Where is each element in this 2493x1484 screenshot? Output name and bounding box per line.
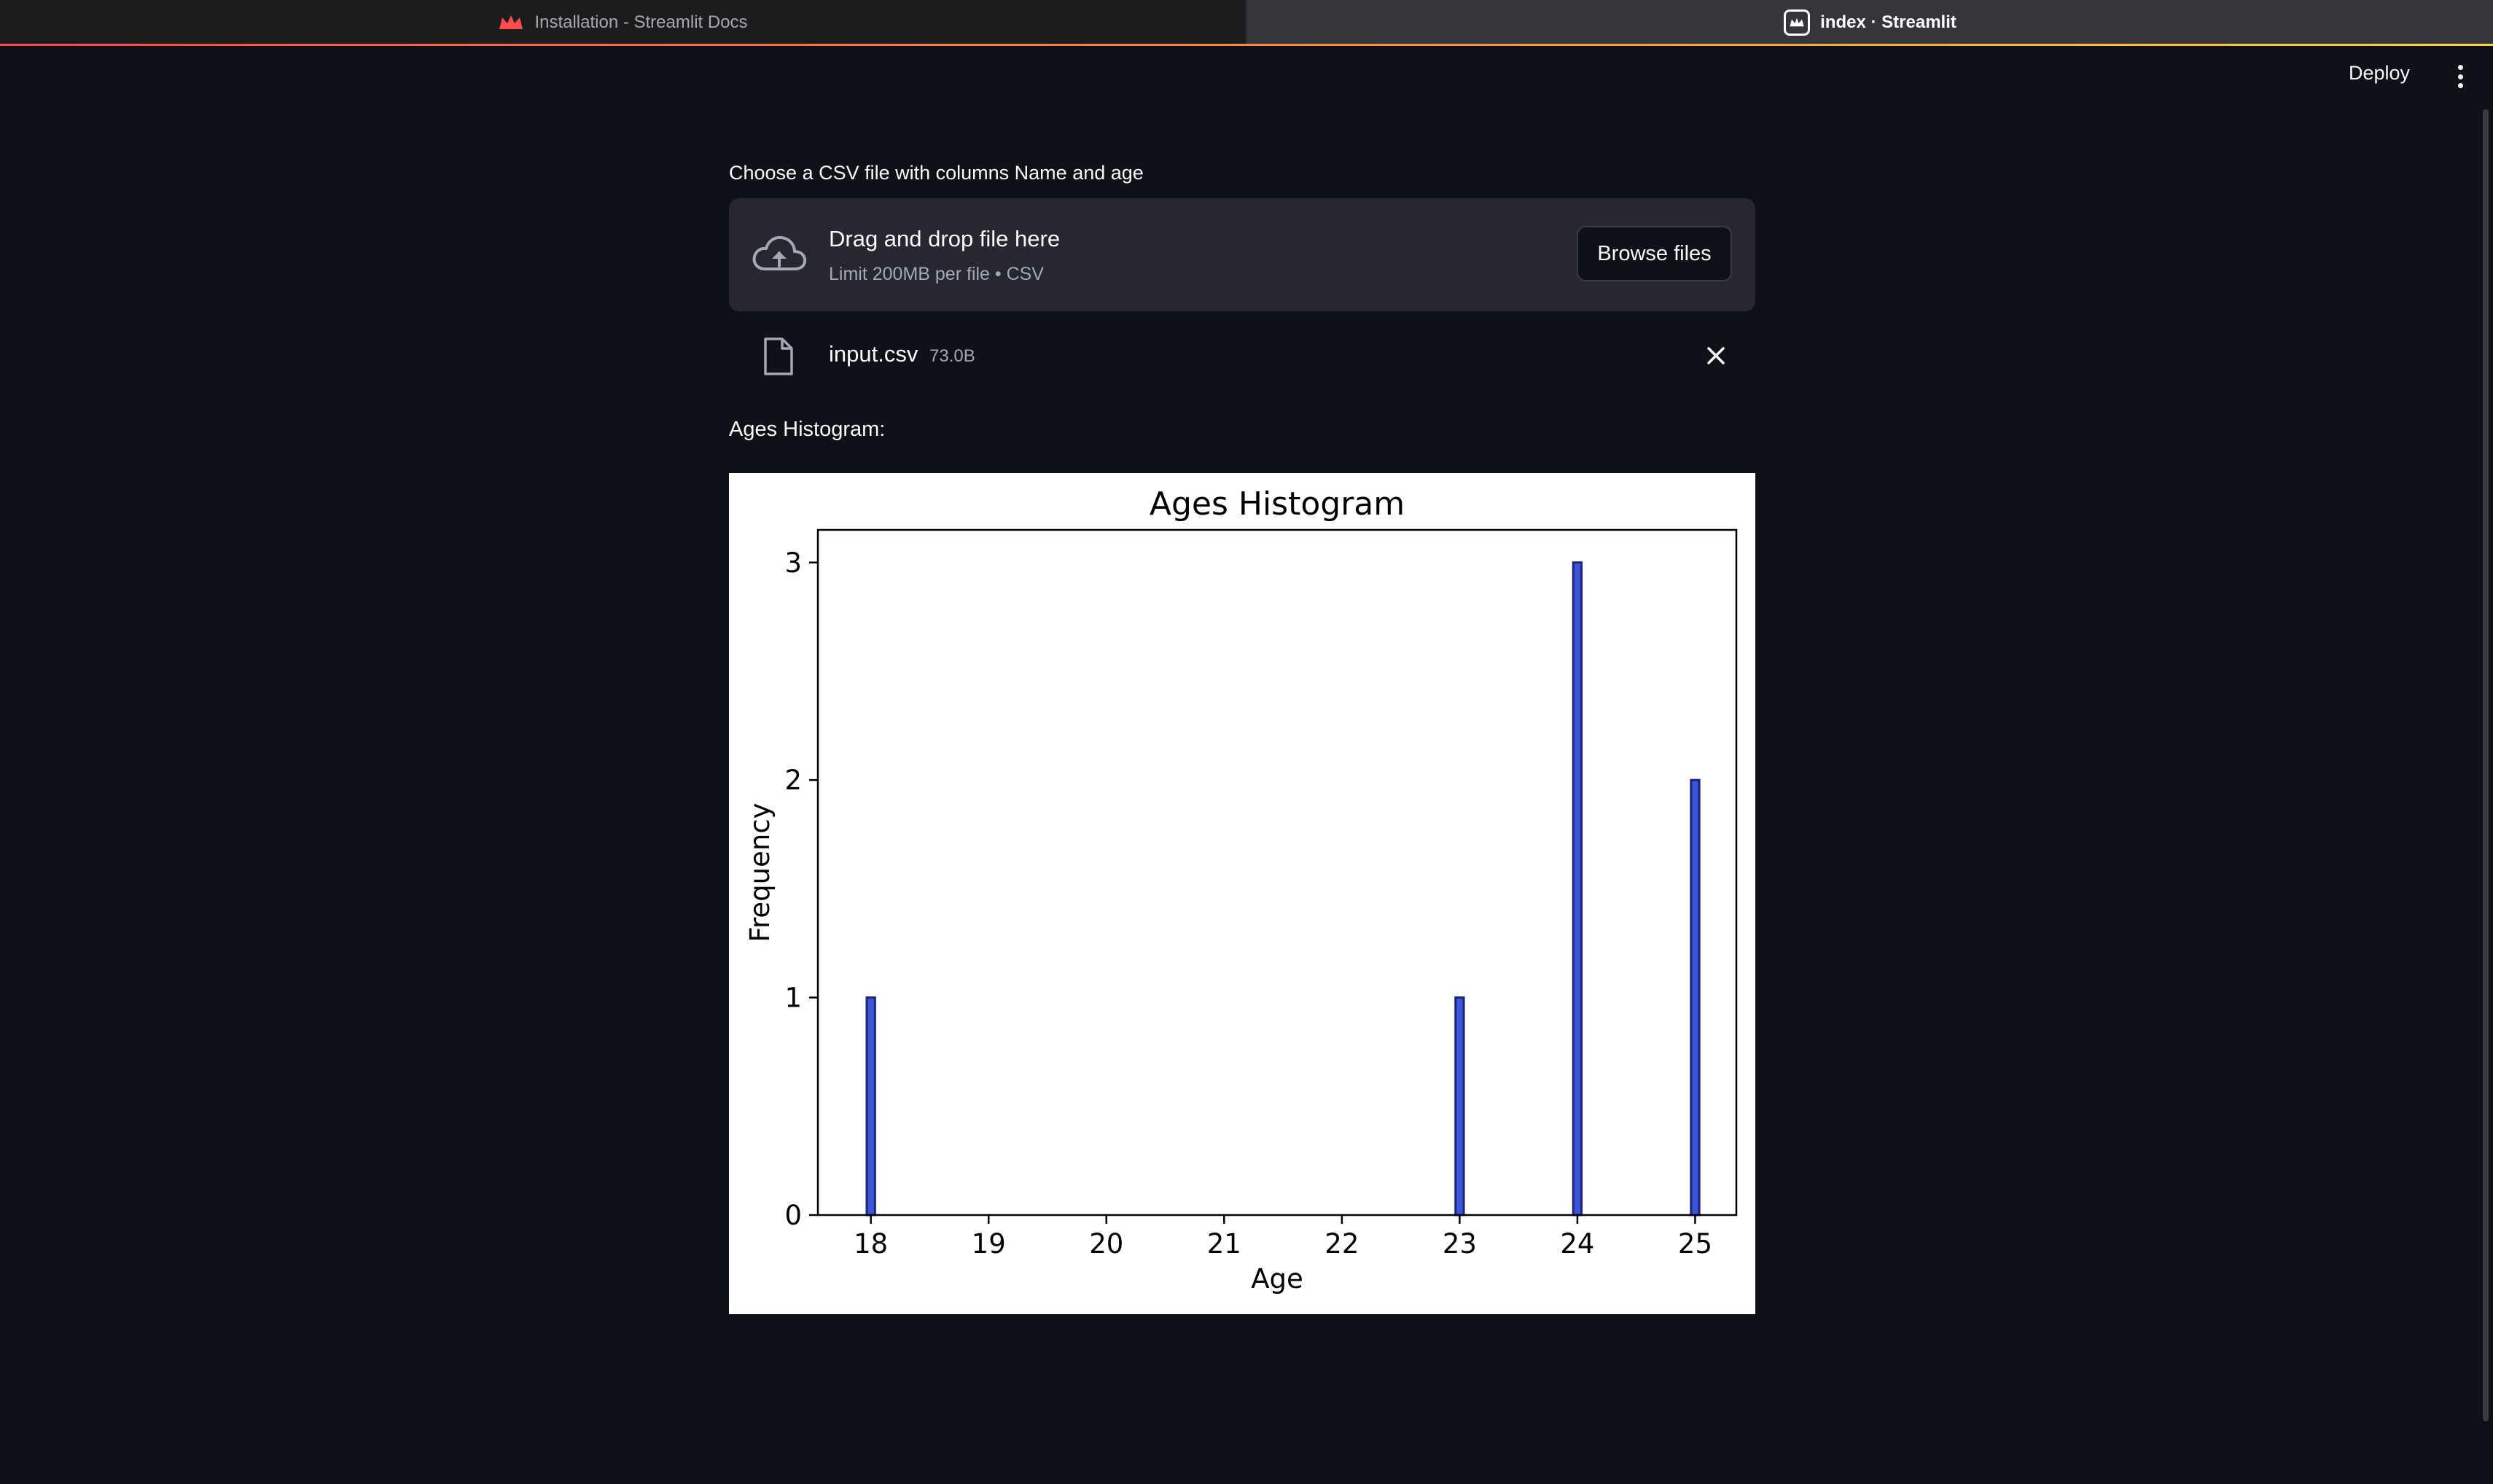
ages-histogram-chart: 18 19 20 21 22 23 24 25 0 1 2 3 Ages Histogram Age Fre… xyxy=(729,473,1755,1314)
file-size: 73.0B xyxy=(929,346,975,366)
deploy-button[interactable]: Deploy xyxy=(2349,62,2410,85)
y-tick-label: 2 xyxy=(784,765,802,796)
histogram-bar xyxy=(1690,778,1701,1217)
y-axis-label: Frequency xyxy=(744,802,776,942)
histogram-svg: 18 19 20 21 22 23 24 250123Ages HistogramAgeFre… xyxy=(744,485,1738,1294)
x-tick-label: 18 xyxy=(854,1228,888,1260)
uploaded-file-row: input.csv 73.0B xyxy=(729,327,1755,385)
tab-index-streamlit[interactable]: index · Streamlit xyxy=(1247,0,2493,45)
streamlit-crown-icon xyxy=(499,15,523,29)
app-header: Deploy xyxy=(0,46,2493,109)
x-tick-label: 22 xyxy=(1324,1228,1359,1260)
x-tick-label: 25 xyxy=(1678,1228,1712,1260)
x-axis-label: Age xyxy=(1251,1263,1303,1294)
dropzone-title: Drag and drop file here xyxy=(829,226,1061,251)
close-icon[interactable] xyxy=(1704,344,1728,367)
scrollbar[interactable] xyxy=(2483,109,2489,1421)
chart-title: Ages Histogram xyxy=(1150,485,1405,523)
x-tick-label: 19 xyxy=(972,1228,1006,1260)
x-tick-label: 23 xyxy=(1443,1228,1477,1260)
streamlit-app-icon xyxy=(1784,9,1811,36)
file-dropzone[interactable]: Drag and drop file here Limit 200MB per … xyxy=(729,198,1755,311)
tab-label: index · Streamlit xyxy=(1820,12,1956,32)
tab-label: Installation - Streamlit Docs xyxy=(534,12,748,32)
browse-files-button[interactable]: Browse files xyxy=(1577,226,1732,281)
histogram-bar xyxy=(1572,561,1583,1217)
x-tick-label: 20 xyxy=(1089,1228,1123,1260)
tab-installation-docs[interactable]: Installation - Streamlit Docs xyxy=(0,0,1247,45)
plot-frame xyxy=(816,528,1738,1217)
section-label: Ages Histogram: xyxy=(729,418,886,441)
y-tick-label: 0 xyxy=(784,1200,802,1231)
x-tick-label: 24 xyxy=(1560,1228,1594,1260)
y-tick-label: 3 xyxy=(784,547,802,579)
histogram-bar xyxy=(865,996,876,1217)
uploader-label: Choose a CSV file with columns Name and … xyxy=(729,162,1144,184)
x-tick-label: 21 xyxy=(1207,1228,1241,1260)
file-name: input.csv xyxy=(829,341,918,367)
vertical-dots-icon[interactable] xyxy=(2449,62,2471,91)
cloud-upload-icon xyxy=(752,235,807,270)
dropzone-subtitle: Limit 200MB per file • CSV xyxy=(829,264,1044,284)
histogram-bar xyxy=(1454,996,1465,1217)
y-tick-label: 1 xyxy=(784,983,802,1014)
file-icon xyxy=(764,337,793,375)
browser-tab-bar: Installation - Streamlit Docs index · St… xyxy=(0,0,2493,45)
